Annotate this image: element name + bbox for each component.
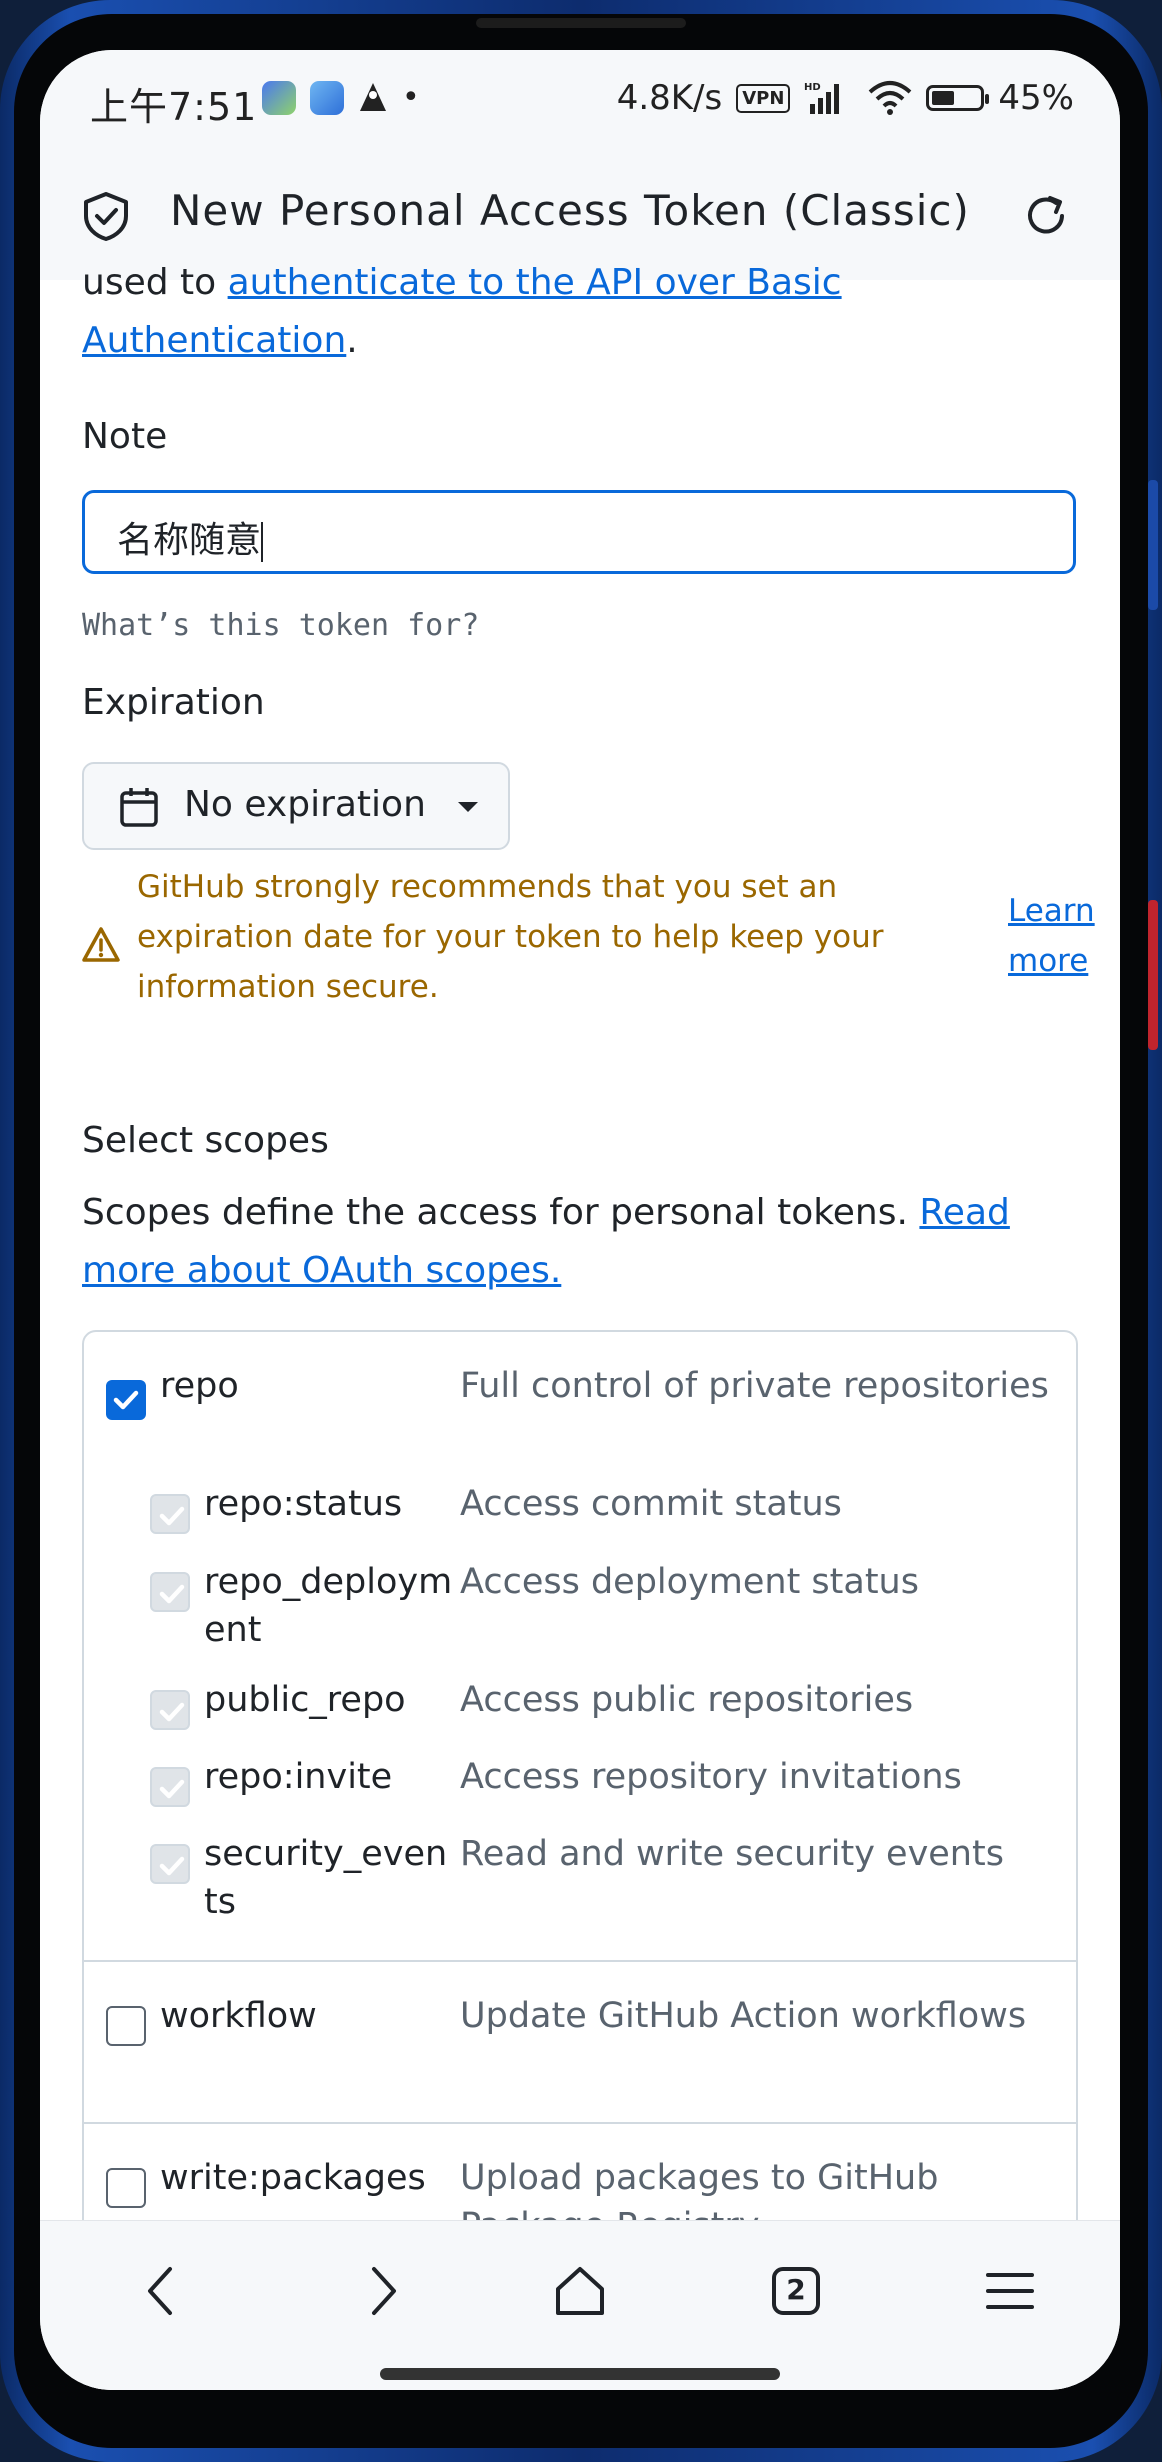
shield-check-icon: [84, 192, 128, 241]
scope-row-security-events: security_events Read and write security …: [84, 1830, 1076, 1930]
svg-text:HD: HD: [804, 82, 821, 93]
power-button: [1148, 900, 1158, 1050]
check-icon: [159, 1779, 185, 1799]
scopes-description-text: Scopes define the access for personal to…: [82, 1192, 908, 1233]
check-icon: [159, 1856, 185, 1876]
clock: 上午7:51: [90, 85, 258, 129]
scope-name: repo:status: [204, 1484, 403, 1524]
intro-prefix: used to: [82, 262, 228, 303]
scope-row-public-repo: public_repo Access public repositories: [84, 1676, 1076, 1730]
divider: [84, 2122, 1076, 2124]
scope-row-workflow: workflow Update GitHub Action workflows: [84, 1992, 1076, 2092]
phone-frame: 上午7:51 • 4.8K/s VPN HD 45% New Personal …: [0, 0, 1162, 2462]
scope-name: workflow: [160, 1996, 317, 2036]
system-indicators: 4.8K/s VPN HD 45%: [617, 78, 1074, 118]
divider: [84, 1960, 1076, 1962]
app-notification-icon: [262, 80, 296, 115]
scope-checkbox-repo-deployment: [150, 1572, 190, 1612]
gallery-notification-icon: [310, 80, 344, 115]
tabs-count: 2: [786, 2273, 806, 2306]
person-notification-icon: [360, 82, 386, 111]
battery-percent: 45%: [998, 78, 1074, 118]
wifi-icon: [869, 81, 912, 115]
scope-name: repo:invite: [204, 1757, 393, 1797]
note-value: 名称随意: [117, 520, 262, 561]
home-icon[interactable]: [550, 2261, 610, 2321]
scope-name: security_events: [204, 1834, 448, 1922]
check-icon: [113, 1390, 139, 1410]
vpn-badge: VPN: [736, 83, 791, 113]
scope-row-repo-deployment: repo_deployment Access deployment status: [84, 1558, 1076, 1658]
network-speed: 4.8K/s: [616, 78, 723, 118]
note-input[interactable]: 名称随意: [82, 490, 1076, 574]
scope-desc: Access deployment status: [460, 1562, 919, 1602]
scope-desc: Access repository invitations: [460, 1757, 962, 1797]
browser-bottom-nav: 2: [40, 2220, 1120, 2390]
scope-checkbox-security-events: [150, 1844, 190, 1884]
scope-desc: Full control of private repositories: [460, 1366, 1049, 1406]
check-icon: [159, 1702, 185, 1722]
scope-name: write:packages: [160, 2158, 426, 2198]
check-icon: [159, 1506, 185, 1526]
calendar-icon: [120, 788, 158, 827]
scope-row-repo-invite: repo:invite Access repository invitation…: [84, 1753, 1076, 1807]
note-hint: What’s this token for?: [82, 608, 480, 643]
volume-button: [1148, 480, 1158, 610]
scope-desc: Access commit status: [460, 1484, 842, 1524]
learn-more-link[interactable]: Learn more: [1008, 886, 1108, 986]
expiration-warning: GitHub strongly recommends that you set …: [137, 869, 884, 1005]
expiration-label: Expiration: [82, 682, 265, 723]
earpiece: [476, 18, 686, 28]
expiration-select[interactable]: No expiration: [82, 762, 510, 850]
status-bar: 上午7:51 • 4.8K/s VPN HD 45%: [40, 50, 1120, 146]
menu-icon[interactable]: [980, 2261, 1040, 2321]
note-label: Note: [82, 416, 168, 457]
scope-row-repo-status: repo:status Access commit status: [84, 1480, 1076, 1534]
tabs-icon[interactable]: 2: [766, 2261, 826, 2321]
scope-checkbox-repo-invite: [150, 1767, 190, 1807]
expiration-value: No expiration: [184, 784, 426, 825]
intro-suffix: .: [346, 320, 358, 361]
home-indicator[interactable]: [380, 2368, 780, 2380]
scope-checkbox-repo-status: [150, 1494, 190, 1534]
scope-name: repo_deployment: [204, 1562, 453, 1650]
scopes-description: Scopes define the access for personal to…: [82, 1184, 1078, 1300]
page-title: New Personal Access Token (Classic): [170, 186, 970, 235]
check-icon: [159, 1584, 185, 1604]
signal-icon: HD: [804, 82, 840, 114]
scope-checkbox-write-packages[interactable]: [106, 2168, 146, 2208]
scope-name: repo: [160, 1366, 239, 1406]
warning-icon: [82, 927, 120, 962]
scope-checkbox-workflow[interactable]: [106, 2006, 146, 2046]
back-icon[interactable]: [134, 2261, 194, 2321]
battery-icon: [926, 85, 990, 111]
scope-checkbox-repo[interactable]: [106, 1380, 146, 1420]
scope-desc: Update GitHub Action workflows: [460, 1996, 1027, 2036]
forward-icon[interactable]: [350, 2261, 410, 2321]
scope-row-repo: repo Full control of private repositorie…: [84, 1362, 1076, 1462]
chevron-down-icon: [458, 802, 478, 812]
text-caret: [261, 522, 264, 562]
scope-name: public_repo: [204, 1680, 406, 1720]
screen: 上午7:51 • 4.8K/s VPN HD 45% New Personal …: [40, 50, 1120, 2390]
reload-icon[interactable]: [1020, 190, 1072, 242]
more-dot-icon: •: [402, 80, 420, 115]
intro-text: used to authenticate to the API over Bas…: [82, 254, 1072, 370]
notification-icons: •: [262, 80, 420, 115]
scope-desc: Access public repositories: [460, 1680, 914, 1720]
scope-desc: Read and write security events: [460, 1834, 1004, 1874]
scopes-heading: Select scopes: [82, 1120, 329, 1161]
scope-checkbox-public-repo: [150, 1690, 190, 1730]
